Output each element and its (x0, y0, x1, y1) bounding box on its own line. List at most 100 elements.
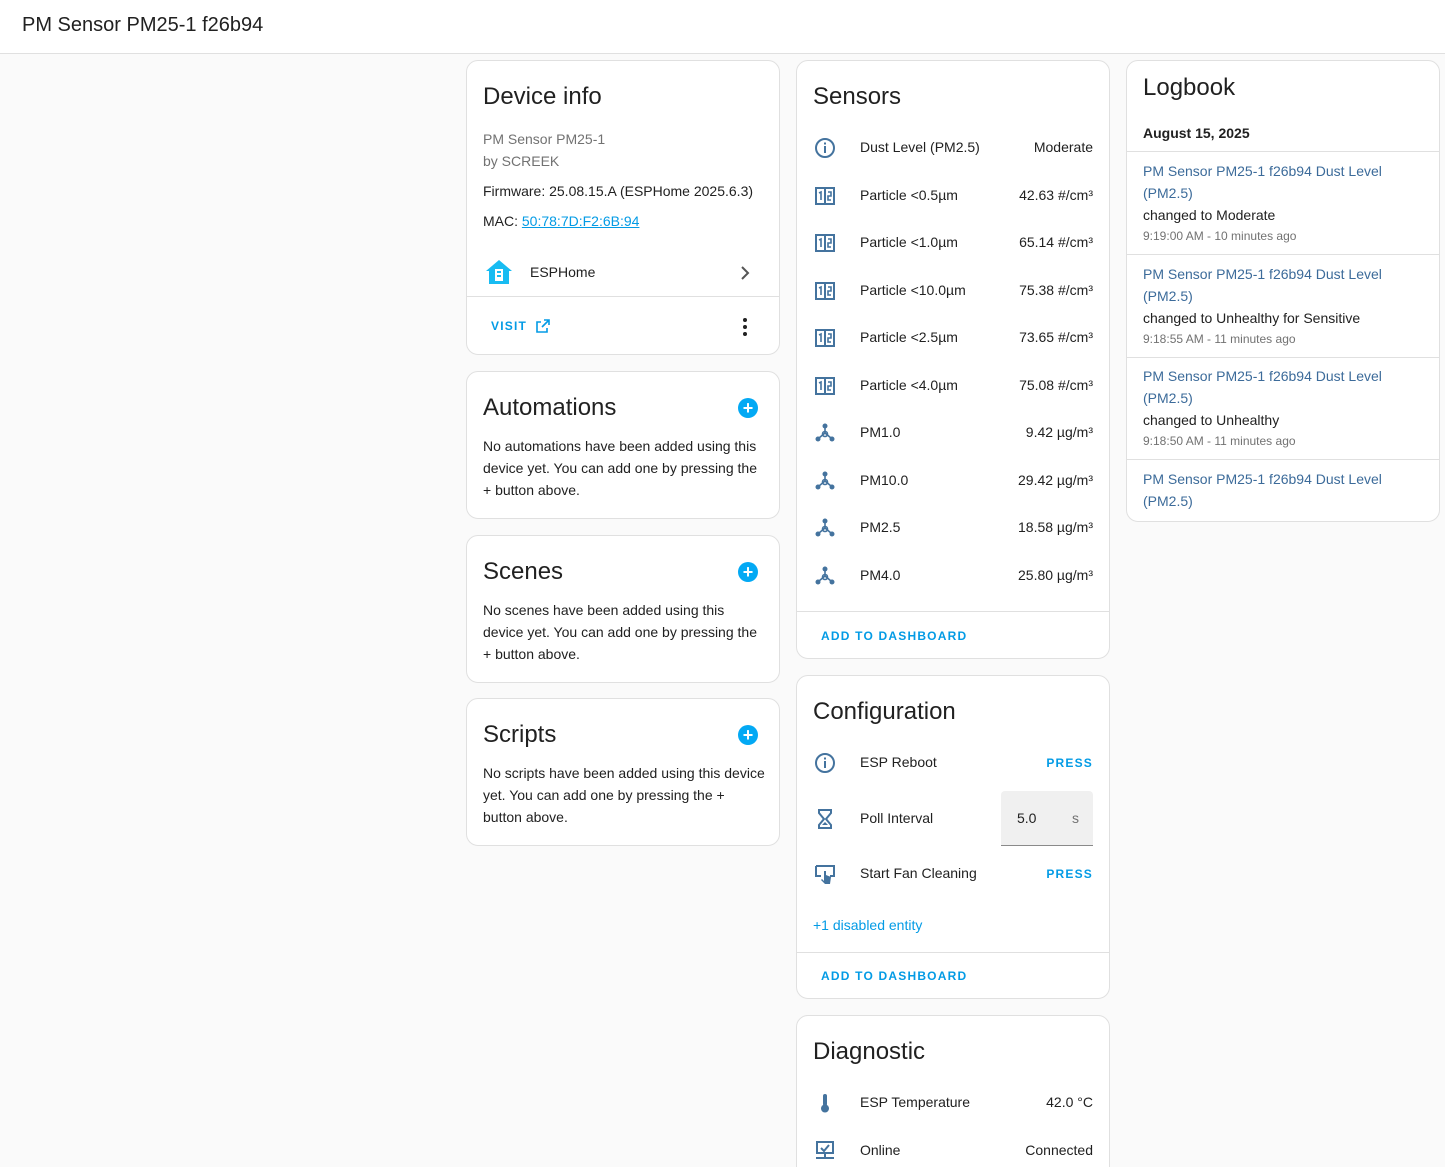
logbook-entry: PM Sensor PM25-1 f26b94 Dust Level (PM2.… (1127, 357, 1439, 460)
logbook-entry: PM Sensor PM25-1 f26b94 Dust Level (PM2.… (1127, 255, 1439, 358)
sensor-name: PM4.0 (860, 566, 901, 583)
configuration-divider (797, 952, 1109, 953)
logbook-entity-link[interactable]: PM Sensor PM25-1 f26b94 Dust Level (PM2.… (1143, 160, 1399, 204)
scenes-title: Scenes (483, 558, 564, 585)
mac-link[interactable]: 50:78:7D:F2:6B:94 (522, 213, 640, 229)
chevron-right-icon (741, 266, 750, 280)
info-icon (815, 753, 835, 773)
esp-temperature-value: 42.0 °C (1046, 1094, 1093, 1110)
scripts-title: Scripts (483, 721, 557, 748)
counter-icon (815, 281, 835, 300)
gesture-tap-button-icon (815, 865, 835, 884)
esp-reboot-press-button[interactable]: PRESS (1046, 756, 1093, 770)
scenes-empty-text: No scenes have been added using this dev… (483, 602, 757, 662)
sensor-row[interactable]: PM10.0 29.42 µg/m³ (797, 461, 1109, 501)
molecule-icon (815, 423, 835, 442)
esphome-icon (486, 260, 512, 284)
diagnostic-title: Diagnostic (813, 1038, 926, 1065)
mac-info: MAC: 50:78:7D:F2:6B:94 (483, 213, 639, 229)
online-row[interactable]: Online Connected (797, 1131, 1109, 1167)
add-scene-button[interactable]: + (738, 562, 758, 582)
sensor-row[interactable]: PM1.0 9.42 µg/m³ (797, 413, 1109, 453)
add-automation-button[interactable]: + (738, 398, 758, 418)
sensor-row[interactable]: Particle <1.0µm 65.14 #/cm³ (797, 223, 1109, 263)
logbook-title: Logbook (1143, 74, 1236, 101)
counter-icon (815, 234, 835, 252)
logbook-entity-link[interactable]: PM Sensor PM25-1 f26b94 Dust Level (PM2.… (1143, 365, 1399, 409)
poll-interval-value: 5.0 (1017, 810, 1037, 826)
top-app-bar: PM Sensor PM25-1 f26b94 (0, 0, 1445, 54)
sensors-add-to-dashboard-button[interactable]: ADD TO DASHBOARD (821, 629, 967, 643)
fan-cleaning-row: Start Fan Cleaning PRESS (797, 854, 1109, 894)
esp-reboot-row: ESP Reboot PRESS (797, 743, 1109, 783)
sensor-value: 65.14 #/cm³ (1019, 234, 1093, 250)
lan-connect-icon (816, 1141, 834, 1159)
add-script-button[interactable]: + (738, 725, 758, 745)
sensor-row[interactable]: Particle <4.0µm 75.08 #/cm³ (797, 366, 1109, 406)
molecule-icon (815, 471, 835, 489)
sensor-value: 42.63 #/cm³ (1019, 186, 1093, 203)
sensors-divider (797, 611, 1109, 612)
logbook-list: PM Sensor PM25-1 f26b94 Dust Level (PM2.… (1127, 152, 1439, 521)
sensor-row[interactable]: PM4.0 25.80 µg/m³ (797, 556, 1109, 596)
device-overflow-menu[interactable] (739, 317, 751, 337)
esp-temperature-row[interactable]: ESP Temperature 42.0 °C (797, 1083, 1109, 1123)
configuration-add-to-dashboard-button[interactable]: ADD TO DASHBOARD (821, 969, 967, 983)
sensor-name: Particle <2.5µm (860, 329, 958, 345)
counter-icon (815, 329, 835, 347)
poll-interval-input[interactable]: 5.0 s (1001, 791, 1093, 846)
visit-label: VISIT (491, 319, 528, 333)
device-info-title: Device info (483, 83, 602, 110)
sensor-value: 18.58 µg/m³ (1018, 519, 1093, 535)
device-info-divider (467, 296, 779, 297)
device-model: PM Sensor PM25-1 (483, 131, 606, 147)
sensor-list: Dust Level (PM2.5) Moderate Particle <0.5µ… (797, 128, 1109, 608)
sensor-name: Particle <10.0µm (860, 281, 966, 298)
sensor-name: PM1.0 (860, 424, 901, 440)
automations-card: Automations + No automations have been a… (466, 371, 780, 519)
online-value: Connected (1025, 1142, 1093, 1158)
timer-sand-icon (818, 809, 832, 829)
logbook-entity-link[interactable]: PM Sensor PM25-1 f26b94 Dust Level (PM2.… (1143, 263, 1399, 307)
sensor-row[interactable]: Particle <0.5µm 42.63 #/cm³ (797, 176, 1109, 216)
mac-label: MAC: (483, 213, 522, 229)
sensor-value: 75.38 #/cm³ (1019, 281, 1093, 298)
thermometer-icon (821, 1094, 829, 1113)
logbook-timestamp: 9:18:50 AM - 11 minutes ago (1143, 434, 1296, 448)
disabled-entity-link[interactable]: +1 disabled entity (813, 917, 922, 933)
sensors-card: Sensors Dust Level (PM2.5) Moderate Partic… (796, 60, 1110, 659)
firmware-info: Firmware: 25.08.15.A (ESPHome 2025.6.3) (483, 183, 754, 199)
sensors-title: Sensors (813, 83, 902, 110)
sensor-row[interactable]: PM2.5 18.58 µg/m³ (797, 508, 1109, 548)
logbook-change-text: changed to Unhealthy (1143, 412, 1280, 428)
info-icon (815, 138, 835, 158)
sensor-row[interactable]: Particle <2.5µm 73.65 #/cm³ (797, 318, 1109, 358)
logbook-change-text: changed to Unhealthy for Sensitive (1143, 310, 1361, 326)
scenes-card: Scenes + No scenes have been added using… (466, 535, 780, 683)
fan-cleaning-press-button[interactable]: PRESS (1046, 867, 1093, 881)
automations-title: Automations (483, 394, 617, 421)
logbook-card: Logbook August 15, 2025 PM Sensor PM25-1… (1126, 60, 1440, 522)
scripts-empty-text: No scripts have been added using this de… (483, 765, 765, 825)
molecule-icon (815, 518, 835, 537)
counter-icon (815, 376, 835, 395)
device-manufacturer: by SCREEK (483, 153, 560, 169)
integration-label: ESPHome (530, 264, 596, 280)
scripts-card: Scripts + No scripts have been added usi… (466, 698, 780, 846)
dots-vertical-icon (743, 318, 747, 336)
sensor-row[interactable]: Particle <10.0µm 75.38 #/cm³ (797, 271, 1109, 311)
logbook-entity-link[interactable]: PM Sensor PM25-1 f26b94 Dust Level (PM2.… (1143, 468, 1399, 512)
sensor-value: 75.08 #/cm³ (1019, 376, 1093, 393)
logbook-date: August 15, 2025 (1143, 125, 1250, 141)
sensor-row[interactable]: Dust Level (PM2.5) Moderate (797, 128, 1109, 168)
sensor-value: 73.65 #/cm³ (1019, 329, 1093, 345)
sensor-name: Particle <4.0µm (860, 376, 958, 393)
poll-interval-name: Poll Interval (860, 810, 934, 826)
sensor-value: 9.42 µg/m³ (1025, 424, 1093, 440)
logbook-timestamp: 9:18:55 AM - 11 minutes ago (1143, 332, 1296, 346)
poll-interval-unit: s (1072, 810, 1079, 826)
integration-row[interactable]: ESPHome (467, 251, 779, 295)
sensor-name: PM2.5 (860, 519, 901, 535)
logbook-timestamp: 9:19:00 AM - 10 minutes ago (1143, 229, 1297, 243)
visit-button[interactable]: VISIT (483, 311, 555, 341)
